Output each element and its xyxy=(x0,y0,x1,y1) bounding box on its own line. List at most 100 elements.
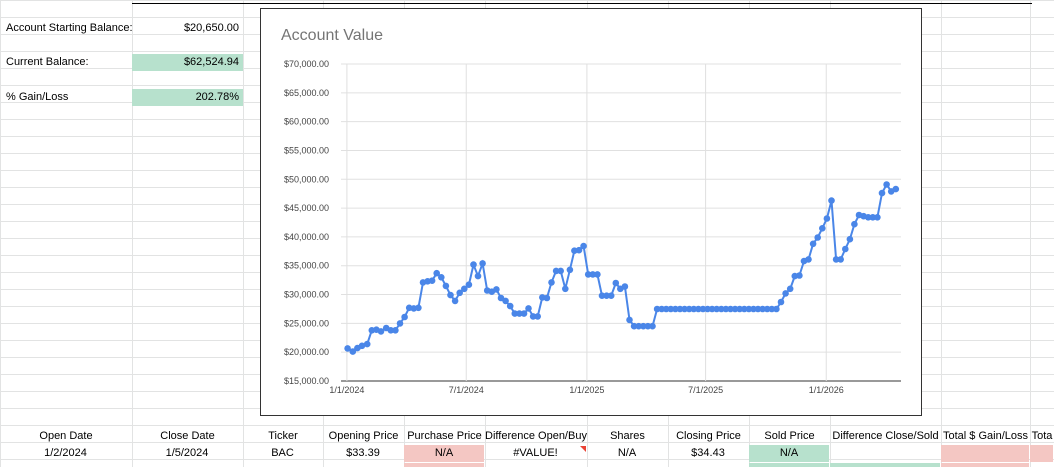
data-point xyxy=(451,297,459,305)
closing-price-cell[interactable]: $34.43 xyxy=(668,445,748,462)
data-point xyxy=(534,313,541,320)
header-shares[interactable]: Shares xyxy=(587,428,668,445)
header-total[interactable]: Tota xyxy=(1030,428,1054,445)
data-point xyxy=(805,256,812,263)
data-point xyxy=(878,189,886,197)
data-point xyxy=(626,316,633,324)
y-tick-label: $50,000.00 xyxy=(284,174,329,184)
gain-loss-value[interactable]: 202.78% xyxy=(132,89,243,106)
header-closing-price[interactable]: Closing Price xyxy=(668,428,749,445)
data-point xyxy=(543,294,551,302)
data-point xyxy=(786,285,794,293)
sold-price-cell[interactable]: N/A xyxy=(749,445,829,462)
data-point xyxy=(819,225,826,232)
y-tick-label: $45,000.00 xyxy=(284,203,329,213)
header-difference-close-sold[interactable]: Difference Close/Sold xyxy=(830,428,941,445)
x-tick-label: 1/1/2024 xyxy=(329,385,364,395)
y-tick-label: $35,000.00 xyxy=(284,261,329,271)
data-point xyxy=(607,292,615,300)
next-row-cell[interactable] xyxy=(830,463,940,467)
top-cell-border xyxy=(132,0,1032,4)
data-point xyxy=(874,214,881,221)
column-divider xyxy=(941,0,942,467)
y-tick-label: $25,000.00 xyxy=(284,318,329,328)
chart-canvas: $15,000.00 $20,000.00 $25,000.00 $30,000.00… xyxy=(284,59,901,395)
header-opening-price[interactable]: Opening Price xyxy=(323,428,404,445)
header-close-date[interactable]: Close Date xyxy=(132,428,243,445)
open-date-cell[interactable]: 1/2/2024 xyxy=(0,445,131,462)
column-divider xyxy=(243,0,244,467)
data-point xyxy=(557,267,564,275)
data-point xyxy=(493,286,500,293)
column-divider xyxy=(1030,0,1031,467)
x-tick-label: 1/1/2025 xyxy=(569,385,604,395)
header-purchase-price[interactable]: Purchase Price xyxy=(404,428,485,445)
data-point xyxy=(415,304,422,312)
shares-cell[interactable]: N/A xyxy=(587,445,667,462)
difference-open-buy-cell[interactable]: #VALUE! xyxy=(485,445,586,462)
account-value-chart[interactable]: Account Value $15,000.00 $20,000.00 $25,00… xyxy=(260,8,922,416)
data-point xyxy=(520,310,528,317)
x-tick-label: 7/1/2025 xyxy=(688,385,723,395)
total-cell[interactable] xyxy=(1030,445,1053,462)
total-gain-loss-cell[interactable] xyxy=(941,445,1029,462)
data-point xyxy=(438,274,445,281)
data-point xyxy=(470,261,477,268)
data-point xyxy=(796,272,803,279)
data-point xyxy=(428,277,436,285)
next-row-cell[interactable] xyxy=(404,463,484,467)
current-balance-label: Current Balance: xyxy=(6,56,89,68)
close-date-cell[interactable]: 1/5/2024 xyxy=(132,445,242,462)
data-point xyxy=(851,220,858,228)
data-point xyxy=(842,245,849,253)
opening-price-cell[interactable]: $33.39 xyxy=(323,445,403,462)
current-balance-value[interactable]: $62,524.94 xyxy=(132,54,243,71)
header-ticker[interactable]: Ticker xyxy=(243,428,323,445)
data-point xyxy=(814,234,821,241)
data-point xyxy=(649,322,656,330)
difference-close-sold-cell[interactable] xyxy=(830,445,940,462)
data-point xyxy=(892,185,900,193)
starting-balance-label: Account Starting Balance: xyxy=(6,22,132,34)
data-point xyxy=(447,291,454,299)
next-row-cell[interactable] xyxy=(941,463,1029,467)
y-tick-label: $60,000.00 xyxy=(284,117,329,127)
header-sold-price[interactable]: Sold Price xyxy=(749,428,830,445)
ticker-cell[interactable]: BAC xyxy=(243,445,322,462)
account-value-line xyxy=(347,182,897,353)
y-tick-label: $20,000.00 xyxy=(284,347,329,357)
y-tick-label: $30,000.00 xyxy=(284,290,329,300)
y-tick-label: $40,000.00 xyxy=(284,232,329,242)
data-point xyxy=(883,181,890,188)
data-point xyxy=(773,305,780,313)
data-point xyxy=(562,285,569,293)
header-difference-open-buy[interactable]: Difference Open/Buy xyxy=(485,428,587,445)
data-point xyxy=(612,279,620,287)
starting-balance-value[interactable]: $20,650.00 xyxy=(132,20,243,37)
data-point xyxy=(777,298,785,306)
data-point xyxy=(401,313,408,321)
data-point xyxy=(396,320,404,327)
error-flag-icon xyxy=(580,446,586,452)
y-tick-label: $55,000.00 xyxy=(284,145,329,155)
gain-loss-label: % Gain/Loss xyxy=(6,91,69,103)
y-tick-label: $65,000.00 xyxy=(284,88,329,98)
data-point xyxy=(392,327,399,334)
data-point xyxy=(442,282,450,290)
data-point xyxy=(828,197,835,204)
data-point xyxy=(363,340,371,348)
header-open-date[interactable]: Open Date xyxy=(0,428,132,445)
header-total-gain-loss[interactable]: Total $ Gain/Loss xyxy=(941,428,1030,445)
data-point xyxy=(594,271,601,278)
y-tick-label: $70,000.00 xyxy=(284,59,329,69)
data-point xyxy=(580,242,587,250)
data-point xyxy=(474,272,482,280)
data-point xyxy=(465,281,473,289)
y-tick-label: $15,000.00 xyxy=(284,376,329,386)
purchase-price-cell[interactable]: N/A xyxy=(404,445,484,462)
data-point xyxy=(823,215,831,222)
next-row-cell[interactable] xyxy=(749,463,829,467)
data-point xyxy=(837,256,844,263)
data-point xyxy=(502,297,509,305)
data-point xyxy=(846,235,854,243)
